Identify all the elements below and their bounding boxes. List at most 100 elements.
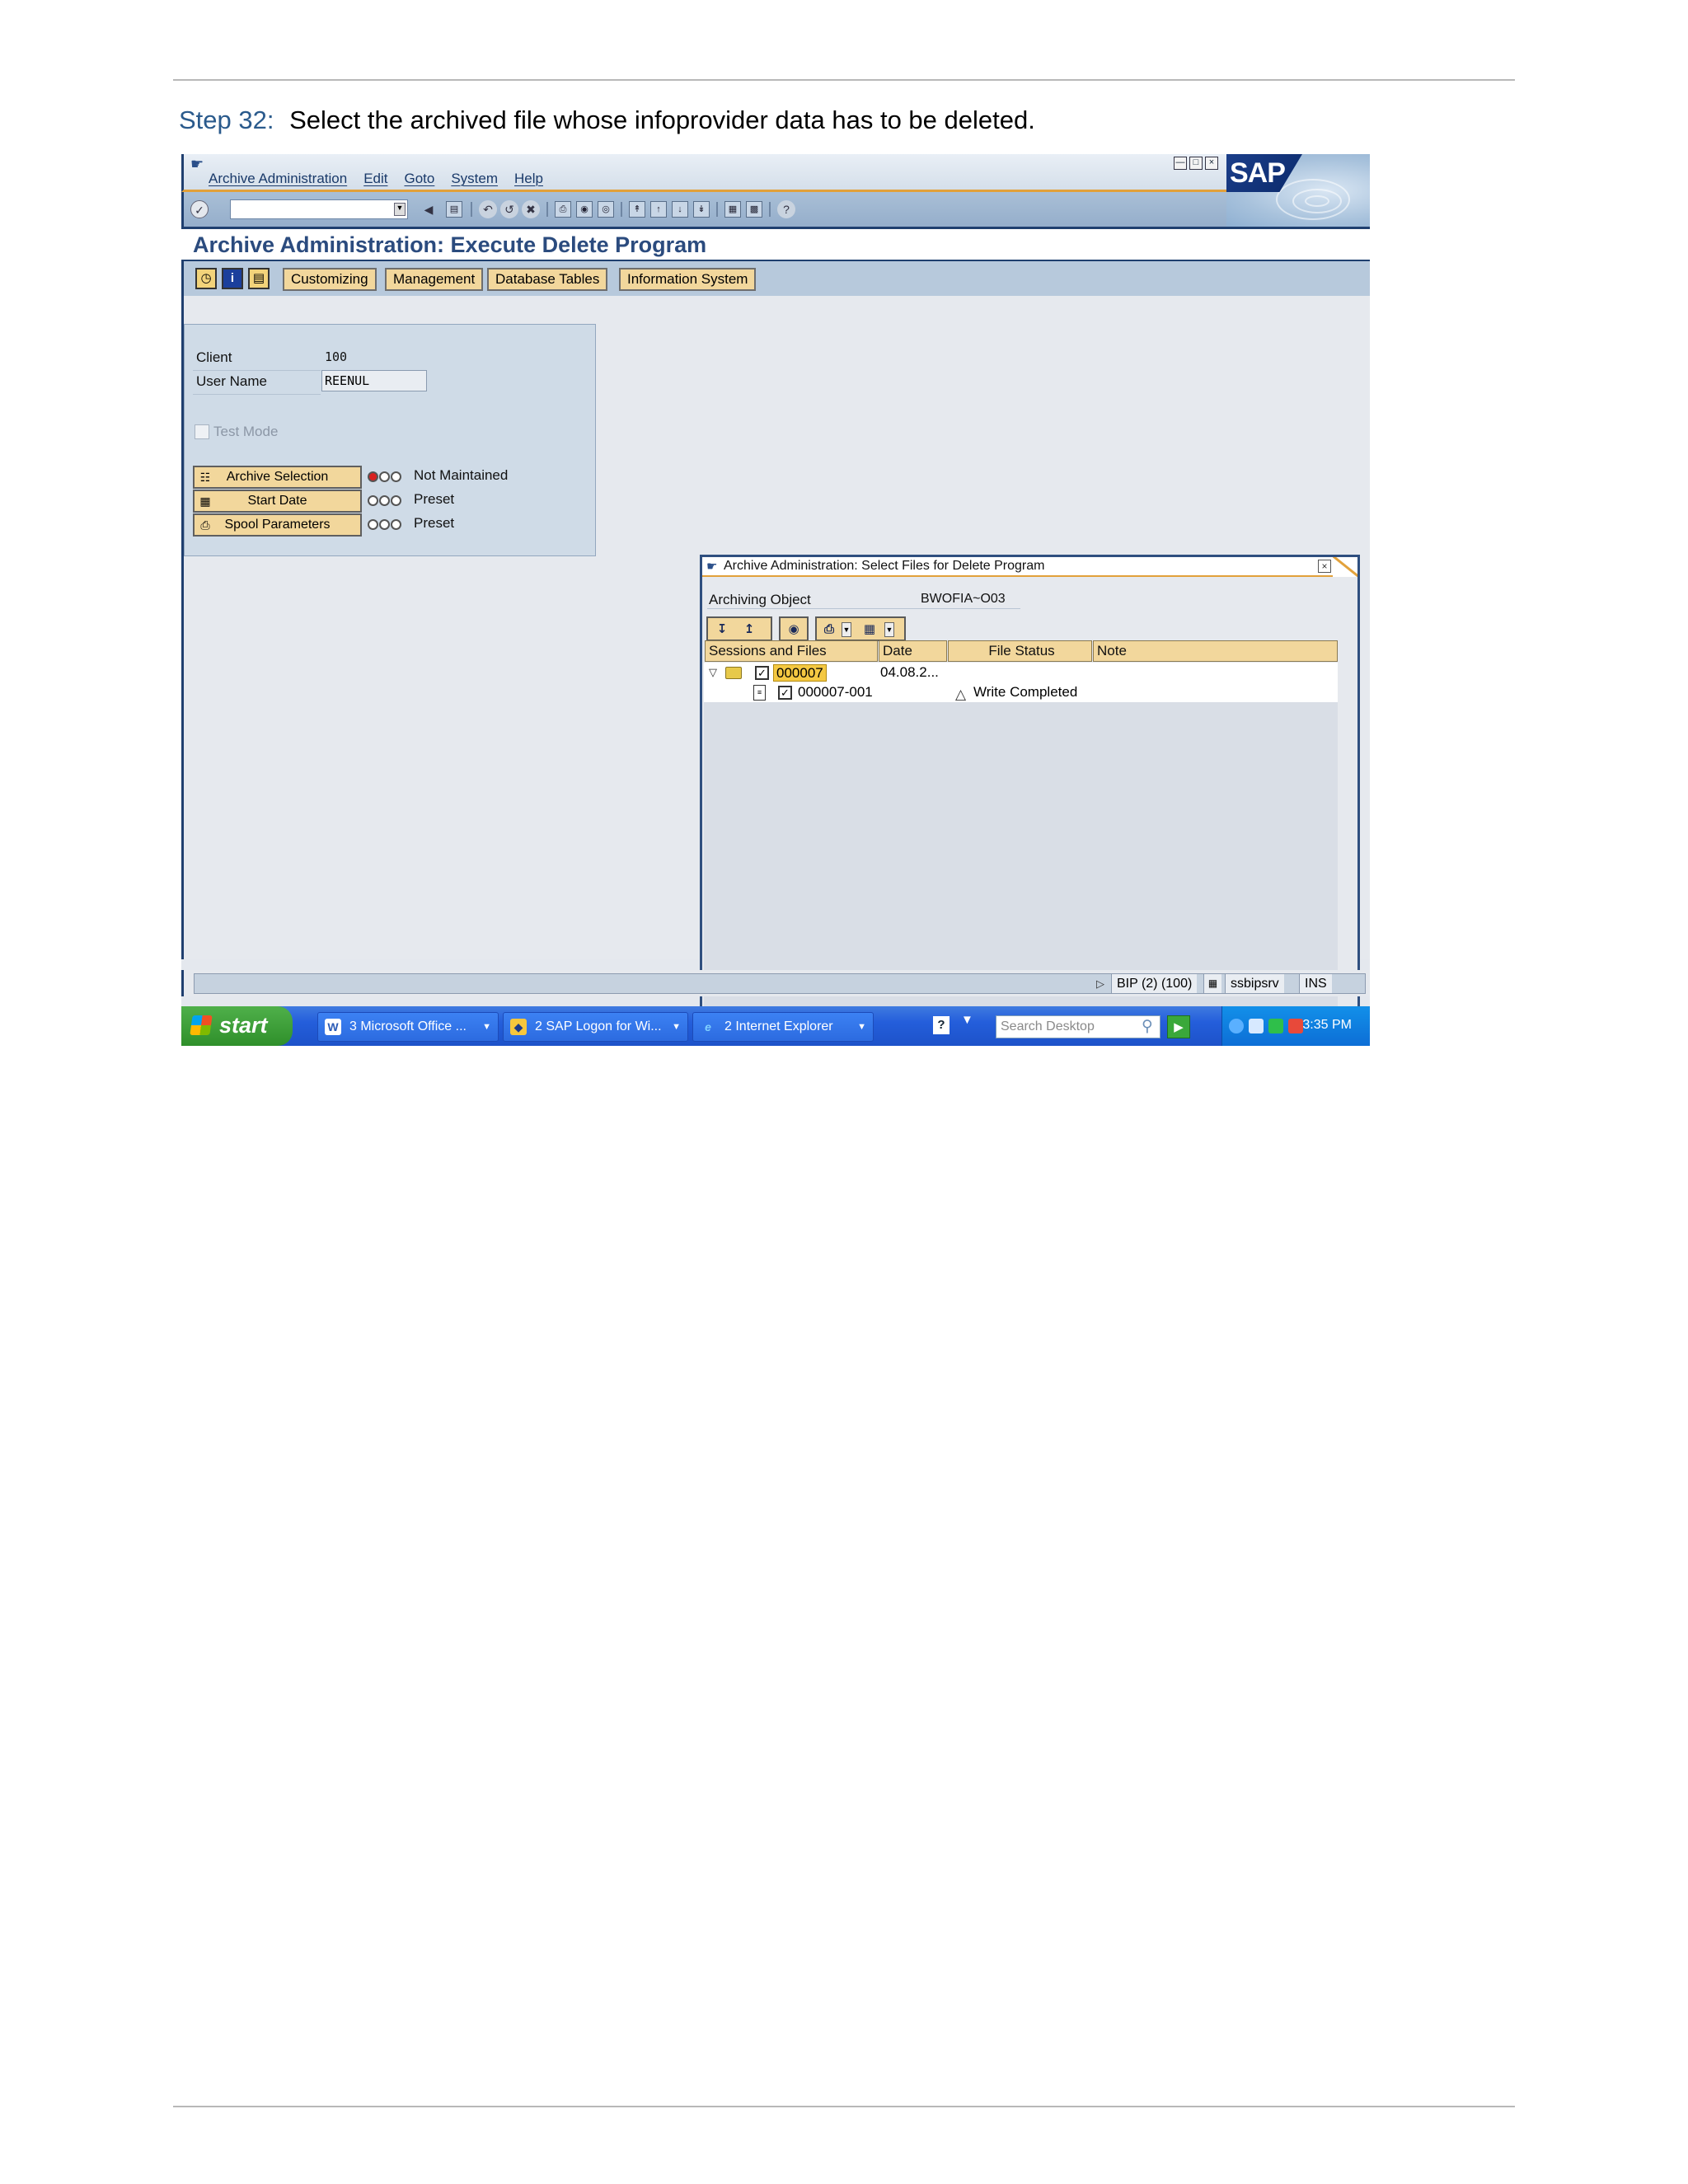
start-button[interactable]: start <box>181 1006 293 1046</box>
enter-icon[interactable]: ✓ <box>190 200 209 218</box>
system-info-icon[interactable]: ▦ <box>1203 974 1221 993</box>
find-next-icon[interactable]: ◎ <box>598 201 614 218</box>
exit-icon[interactable]: ↺ <box>500 200 518 218</box>
restore-icon[interactable]: □ <box>1189 157 1203 170</box>
caret-down-icon: ▼ <box>857 1022 866 1032</box>
caret-down-icon: ▼ <box>672 1022 681 1032</box>
save-icon[interactable]: ▤ <box>446 201 462 218</box>
menu-help[interactable]: Help <box>514 171 543 187</box>
print-dropdown-icon[interactable]: ▼ <box>842 622 851 637</box>
previous-page-icon[interactable]: ↑ <box>650 201 667 218</box>
start-date-button[interactable]: ▦ Start Date <box>193 490 362 513</box>
taskbar-internet-explorer[interactable]: e 2 Internet Explorer ▼ <box>692 1012 874 1042</box>
document-icon: ≡ <box>753 685 766 701</box>
folder-icon <box>725 667 742 679</box>
next-page-icon[interactable]: ↓ <box>672 201 688 218</box>
first-page-icon[interactable]: ↟ <box>629 201 645 218</box>
session-checkbox[interactable]: ✓ <box>755 666 769 680</box>
menu-system[interactable]: System <box>451 171 498 187</box>
desktop-search-options-icon[interactable]: ▼ <box>961 1013 973 1027</box>
update-icon[interactable] <box>1288 1019 1303 1033</box>
management-button[interactable]: Management <box>385 268 484 291</box>
start-date-status: Preset <box>414 491 455 507</box>
collapse-tray-icon[interactable] <box>1229 1019 1244 1033</box>
client-label: Client <box>196 349 232 365</box>
word-icon: W <box>325 1019 341 1035</box>
dialog-title: Archive Administration: Select Files for… <box>724 559 1045 573</box>
customizing-button[interactable]: Customizing <box>283 268 377 291</box>
status-field: ▷ BIP (2) (100) ▦ ssbipsrv INS <box>194 973 1366 994</box>
back-arrow-icon[interactable]: ◀ <box>420 200 438 218</box>
collapse-node-icon[interactable]: ▽ <box>709 663 717 682</box>
status-expand-icon[interactable]: ▷ <box>1096 974 1104 993</box>
taskbar-sap-logon[interactable]: ◆ 2 SAP Logon for Wi... ▼ <box>503 1012 688 1042</box>
tree-row-session[interactable]: ▽ ✓ 000007 04.08.2... <box>704 663 1338 682</box>
command-history-icon[interactable]: ▼ <box>394 203 406 216</box>
yellow-light-icon <box>379 519 390 530</box>
command-field[interactable]: ▼ <box>230 199 408 219</box>
start-date-icon: ▦ <box>199 494 211 508</box>
info-icon[interactable]: i <box>222 268 243 289</box>
search-go-icon[interactable]: ▶ <box>1167 1015 1190 1038</box>
archive-selection-status: Not Maintained <box>414 467 509 483</box>
spool-parameters-status: Preset <box>414 515 455 531</box>
minimize-icon[interactable]: — <box>1174 157 1187 170</box>
print-icon[interactable]: ⎙ <box>555 201 571 218</box>
expand-all-icon[interactable]: ↧ <box>712 620 732 640</box>
system-tray: 3:35 PM <box>1221 1006 1370 1046</box>
search-desktop-input[interactable]: Search Desktop <box>996 1015 1160 1038</box>
window-menu-icon[interactable]: ☛ <box>190 156 204 173</box>
find-icon[interactable]: ◉ <box>576 201 593 218</box>
job-overview-icon[interactable]: ▤ <box>248 268 270 289</box>
spool-parameters-button[interactable]: ⎙ Spool Parameters <box>193 513 362 537</box>
menu-archive-administration[interactable]: Archive Administration <box>209 171 347 187</box>
taskbar-word[interactable]: W 3 Microsoft Office ... ▼ <box>317 1012 499 1042</box>
execute-icon[interactable]: ◷ <box>195 268 217 289</box>
test-mode-label: Test Mode <box>213 424 279 439</box>
security-icon[interactable] <box>1268 1019 1283 1033</box>
back-icon[interactable]: ↶ <box>479 200 497 218</box>
archive-selection-button[interactable]: ☷ Archive Selection <box>193 466 362 489</box>
dialog-menu-icon[interactable]: ☛ <box>706 559 717 574</box>
step-text: Select the archived file whose infoprovi… <box>289 105 1035 134</box>
column-sessions-and-files[interactable]: Sessions and Files <box>705 640 878 662</box>
menu-bar: ☛ Archive Administration Edit Goto Syste… <box>181 154 1370 192</box>
user-name-field: REENUL <box>321 370 427 391</box>
print-preview-icon[interactable]: ⎙ <box>819 620 839 640</box>
search-magnifier-icon[interactable]: ⚲ <box>1142 1017 1160 1037</box>
archive-selection-status-lights <box>368 471 401 482</box>
red-light-icon <box>368 495 378 506</box>
collapse-all-icon[interactable]: ↥ <box>739 620 759 640</box>
column-note[interactable]: Note <box>1093 640 1338 662</box>
tree-row-file[interactable]: ≡ ✓ 000007-001 △ Write Completed <box>704 682 1338 702</box>
information-system-button[interactable]: Information System <box>619 268 757 291</box>
layout-icon[interactable]: ▦ <box>860 620 879 640</box>
system-info: BIP (2) (100) <box>1111 974 1198 993</box>
user-name-label: User Name <box>196 373 267 389</box>
new-session-icon[interactable]: ▦ <box>724 201 741 218</box>
file-checkbox[interactable]: ✓ <box>778 686 792 700</box>
binoculars-icon[interactable]: ◉ <box>784 620 804 640</box>
layout-dropdown-icon[interactable]: ▼ <box>884 622 894 637</box>
column-file-status[interactable]: File Status <box>948 640 1092 662</box>
help-question-icon[interactable]: ? <box>933 1016 950 1034</box>
database-tables-button[interactable]: Database Tables <box>487 268 608 291</box>
green-light-icon <box>391 495 401 506</box>
dialog-close-icon[interactable]: × <box>1318 560 1331 573</box>
session-name: 000007 <box>773 664 827 682</box>
windows-logo-icon <box>190 1015 213 1035</box>
printer-icon: ⎙ <box>200 518 210 532</box>
menu-goto[interactable]: Goto <box>404 171 434 187</box>
column-date[interactable]: Date <box>879 640 947 662</box>
network-icon[interactable] <box>1249 1019 1264 1033</box>
close-icon[interactable]: × <box>1205 157 1218 170</box>
session-date: 04.08.2... <box>880 664 939 680</box>
help-icon[interactable]: ? <box>777 200 795 218</box>
shortcut-icon[interactable]: ▩ <box>746 201 762 218</box>
menu-edit[interactable]: Edit <box>363 171 387 187</box>
bottom-rule <box>173 2106 1515 2107</box>
application-toolbar: ◷ i ▤ Customizing Management Database Ta… <box>181 261 1370 296</box>
cancel-icon[interactable]: ✖ <box>522 200 540 218</box>
test-mode-checkbox[interactable] <box>195 424 209 439</box>
last-page-icon[interactable]: ↡ <box>693 201 710 218</box>
